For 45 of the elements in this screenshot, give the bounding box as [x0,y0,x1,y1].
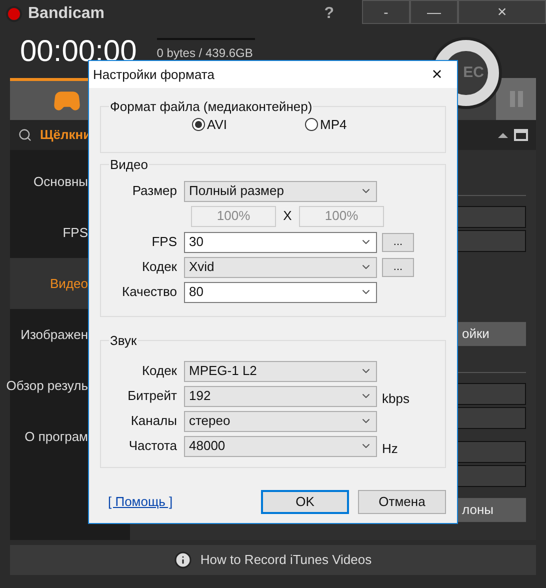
times-label: X [282,207,293,226]
field-label: Каналы [130,412,178,430]
dropdown[interactable]: MPEG-1 L2 [184,360,377,382]
help-link[interactable]: [ Помощь ] [108,492,173,512]
info-icon [174,551,192,569]
group-title: Звук [109,332,138,350]
dropdown[interactable]: Полный размер [184,180,377,202]
more-button[interactable]: ... [382,258,414,276]
width-field: 100% [191,206,276,226]
help-button[interactable]: ? [324,2,334,26]
group-title: Видео [109,156,149,174]
radio-label: MP4 [320,116,347,134]
more-button[interactable]: ... [382,232,414,252]
search-icon [18,128,32,142]
radio-button[interactable] [192,118,205,131]
height-field: 100% [299,206,384,226]
dropdown[interactable]: стерео [184,410,377,432]
unit-label: Hz [382,440,398,458]
close-button[interactable]: × [458,0,546,24]
field-label: Размер [131,182,178,200]
unit-label: kbps [382,390,410,408]
radio-label: AVI [207,116,227,134]
minimize-button[interactable]: — [410,0,458,24]
app-title: Bandicam [28,4,104,24]
radio-button[interactable] [305,118,318,131]
dropdown[interactable]: 48000 [184,436,377,456]
field-label: Кодек [140,362,178,380]
field-label: FPS [150,233,178,252]
dropdown[interactable]: 30 [184,232,377,252]
tip-link[interactable]: How to Record iTunes Videos [200,550,372,570]
dialog-button[interactable]: OK [261,490,349,514]
dropdown[interactable]: Xvid [184,256,377,278]
pause-button[interactable] [496,78,536,120]
dropdown[interactable]: 192 [184,386,377,406]
collapse-icon [498,132,508,138]
group-title: Формат файла (медиаконтейнер) [109,98,314,116]
field-label: Частота [128,437,178,456]
dialog-button[interactable]: Отмена [358,490,446,514]
window-icon [514,129,528,141]
record-label: EC [463,62,484,83]
field-label: Кодек [140,258,178,276]
storage-text: 0 bytes / 439.6GB [156,45,254,62]
minimize-button[interactable]: - [362,0,410,24]
field-label: Битрейт [126,387,178,406]
dropdown[interactable]: 80 [184,282,377,302]
